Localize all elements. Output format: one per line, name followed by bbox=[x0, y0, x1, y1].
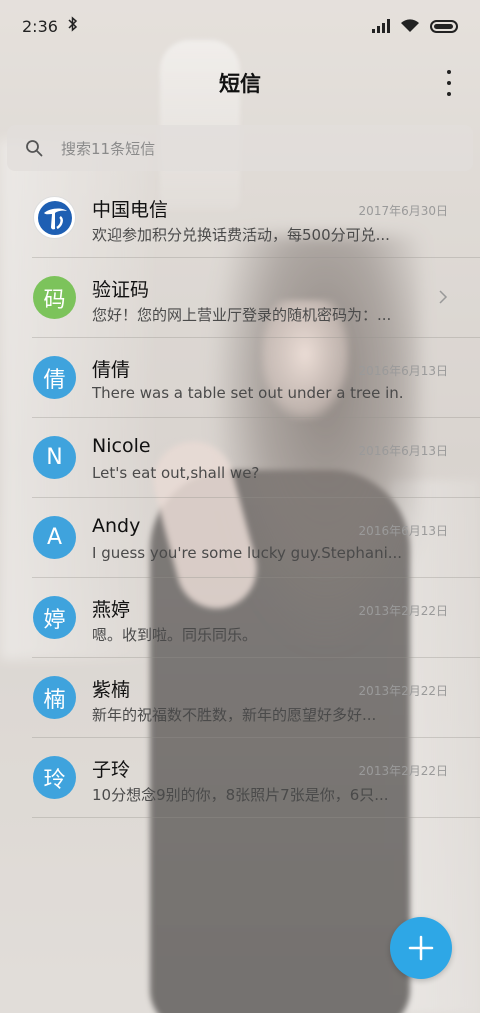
conversation-name: 子玲 bbox=[92, 759, 131, 781]
conversation-date: 2016年6月13日 bbox=[358, 444, 448, 458]
conversation-preview: 嗯。收到啦。同乐同乐。 bbox=[92, 626, 258, 644]
conversation-item[interactable]: 倩 倩倩 There was a table set out under a t… bbox=[0, 338, 480, 418]
avatar: 楠 bbox=[33, 676, 76, 719]
new-message-button[interactable] bbox=[390, 917, 452, 979]
wifi-icon bbox=[401, 19, 419, 32]
conversation-item[interactable]: 码 验证码 您好！您的网上营业厅登录的随机密码为：... bbox=[0, 258, 480, 338]
conversation-name: 中国电信 bbox=[92, 199, 169, 221]
conversation-preview: There was a table set out under a tree i… bbox=[92, 384, 404, 402]
conversation-list: 中国电信 欢迎参加积分兑换话费活动，每500分可兑... 2017年6月30日 … bbox=[0, 178, 480, 818]
conversation-name: 燕婷 bbox=[92, 599, 131, 621]
conversation-name: 验证码 bbox=[92, 279, 150, 301]
battery-icon bbox=[430, 19, 458, 33]
app-header: 短信 bbox=[0, 52, 480, 114]
conversation-item[interactable]: 婷 燕婷 嗯。收到啦。同乐同乐。 2013年2月22日 bbox=[0, 578, 480, 658]
china-telecom-logo-icon bbox=[33, 196, 76, 239]
search-input[interactable]: 搜索11条短信 bbox=[7, 125, 473, 171]
conversation-preview: Let's eat out,shall we? bbox=[92, 464, 260, 482]
conversation-name: Nicole bbox=[92, 435, 151, 457]
conversation-preview: I guess you're some lucky guy.Stephani..… bbox=[92, 544, 403, 562]
conversation-item[interactable]: A Andy I guess you're some lucky guy.Ste… bbox=[0, 498, 480, 578]
status-time: 2:36 bbox=[22, 16, 58, 36]
conversation-item[interactable]: N Nicole Let's eat out,shall we? 2016年6月… bbox=[0, 418, 480, 498]
conversation-name: Andy bbox=[92, 515, 141, 537]
conversation-name: 倩倩 bbox=[92, 359, 131, 381]
avatar: 码 bbox=[33, 276, 76, 319]
more-vertical-icon[interactable] bbox=[444, 70, 454, 96]
avatar: 婷 bbox=[33, 596, 76, 639]
chevron-right-icon bbox=[439, 290, 448, 304]
conversation-date: 2016年6月13日 bbox=[358, 524, 448, 538]
conversation-name: 紫楠 bbox=[92, 679, 131, 701]
page-title: 短信 bbox=[219, 72, 261, 96]
bluetooth-icon bbox=[68, 16, 78, 36]
conversation-date: 2013年2月22日 bbox=[358, 604, 448, 618]
conversation-date: 2016年6月13日 bbox=[358, 364, 448, 378]
conversation-item[interactable]: 玲 子玲 10分想念9别的你，8张照片7张是你，6只... 2013年2月22日 bbox=[0, 738, 480, 818]
conversation-item[interactable]: 楠 紫楠 新年的祝福数不胜数，新年的愿望好多好... 2013年2月22日 bbox=[0, 658, 480, 738]
battery-fill bbox=[434, 23, 453, 29]
conversation-date: 2017年6月30日 bbox=[358, 204, 448, 218]
conversation-date: 2013年2月22日 bbox=[358, 764, 448, 778]
conversation-preview: 10分想念9别的你，8张照片7张是你，6只... bbox=[92, 786, 389, 804]
search-icon bbox=[26, 140, 43, 157]
avatar: 倩 bbox=[33, 356, 76, 399]
avatar: A bbox=[33, 516, 76, 559]
avatar: N bbox=[33, 436, 76, 479]
conversation-preview: 您好！您的网上营业厅登录的随机密码为：... bbox=[92, 306, 392, 324]
avatar: 玲 bbox=[33, 756, 76, 799]
search-placeholder: 搜索11条短信 bbox=[61, 139, 156, 158]
messages-screen: 2:36 短信 搜索11条短信 中国电信 欢迎参加积分兑换话费活动，每500分可… bbox=[0, 0, 480, 1013]
plus-icon bbox=[408, 935, 434, 961]
conversation-preview: 欢迎参加积分兑换话费活动，每500分可兑... bbox=[92, 226, 390, 244]
conversation-item[interactable]: 中国电信 欢迎参加积分兑换话费活动，每500分可兑... 2017年6月30日 bbox=[0, 178, 480, 258]
signal-icon bbox=[372, 19, 390, 33]
status-bar: 2:36 bbox=[0, 0, 480, 52]
conversation-preview: 新年的祝福数不胜数，新年的愿望好多好... bbox=[92, 706, 377, 724]
conversation-date: 2013年2月22日 bbox=[358, 684, 448, 698]
